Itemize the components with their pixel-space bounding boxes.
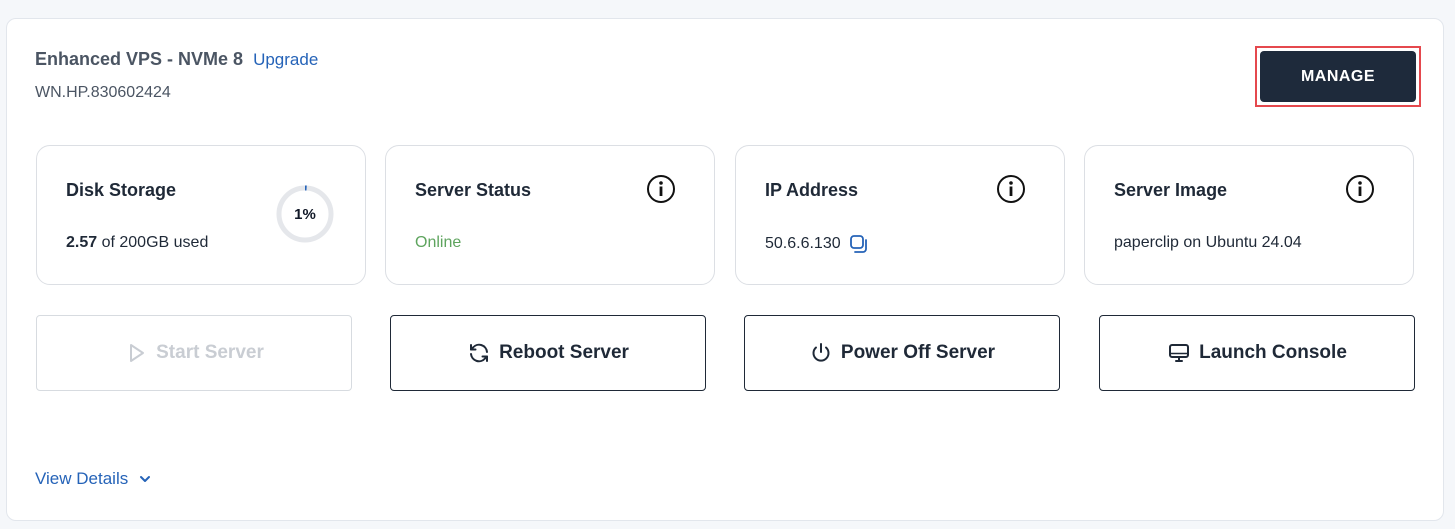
disk-total-text: of 200GB used	[101, 234, 209, 251]
power-off-server-button[interactable]: Power Off Server	[744, 315, 1060, 391]
server-status-title: Server Status	[415, 180, 532, 200]
server-id: WN.HP.830602424	[35, 84, 171, 101]
info-icon[interactable]	[996, 174, 1026, 204]
disk-used-amount: 2.57	[66, 234, 98, 251]
server-image-card: Server Image paperclip on Ubuntu 24.04	[1084, 145, 1414, 285]
manage-button[interactable]: MANAGE	[1260, 51, 1416, 102]
monitor-icon	[1169, 344, 1190, 362]
ip-address-title: IP Address	[765, 180, 859, 200]
launch-console-button[interactable]: Launch Console	[1099, 315, 1415, 391]
disk-usage-text: 2.57 of 200GB used	[66, 234, 208, 252]
title-row: Enhanced VPS - NVMe 8 Upgrade	[35, 49, 318, 70]
view-details-toggle[interactable]: View Details	[35, 469, 152, 489]
server-card: Enhanced VPS - NVMe 8 Upgrade WN.HP.8306…	[6, 18, 1444, 521]
server-image-title: Server Image	[1114, 180, 1228, 200]
ip-address-value: 50.6.6.130	[765, 235, 841, 252]
ip-address-card: IP Address 50.6.6.130	[735, 145, 1065, 285]
play-icon	[130, 344, 145, 362]
ip-address-row: 50.6.6.130	[765, 234, 869, 254]
server-status-card: Server Status Online	[385, 145, 715, 285]
disk-storage-title: Disk Storage	[66, 180, 177, 200]
manage-button-highlight: MANAGE	[1255, 46, 1421, 107]
power-off-server-label: Power Off Server	[840, 342, 996, 363]
server-status-value: Online	[415, 234, 462, 251]
disk-storage-card: Disk Storage 1% 2.57 of 200GB used	[36, 145, 366, 285]
info-icon[interactable]	[646, 174, 676, 204]
info-icon[interactable]	[1345, 174, 1375, 204]
copy-icon[interactable]	[849, 234, 869, 254]
view-details-label: View Details	[35, 469, 129, 488]
reboot-server-label: Reboot Server	[499, 342, 629, 363]
start-server-button[interactable]: Start Server	[36, 315, 352, 391]
plan-name: Enhanced VPS - NVMe 8	[35, 49, 244, 69]
power-icon	[812, 343, 830, 362]
chevron-down-icon	[140, 476, 151, 482]
upgrade-link[interactable]: Upgrade	[253, 50, 318, 70]
disk-usage-percent: 1%	[294, 205, 316, 223]
reboot-server-button[interactable]: Reboot Server	[390, 315, 706, 391]
refresh-icon	[470, 343, 489, 363]
start-server-label: Start Server	[156, 342, 264, 363]
server-image-value: paperclip on Ubuntu 24.04	[1114, 234, 1302, 251]
launch-console-label: Launch Console	[1199, 342, 1347, 363]
